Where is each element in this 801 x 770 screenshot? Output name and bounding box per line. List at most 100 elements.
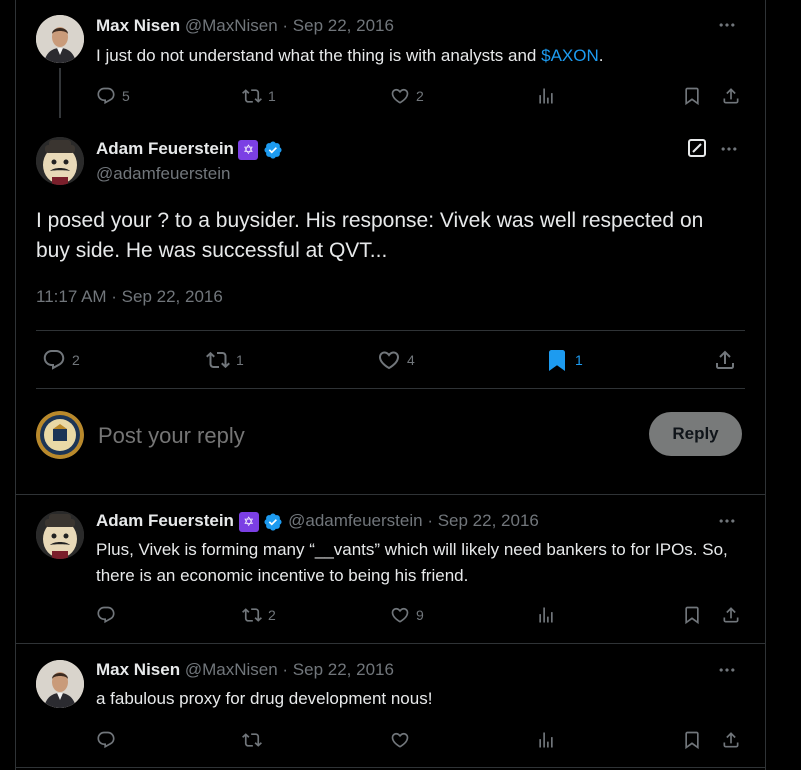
like-button[interactable]: 2 — [390, 86, 424, 106]
bookmark-count: 1 — [575, 352, 583, 368]
star-of-david-badge-icon: ✡ — [238, 139, 259, 160]
tweet-text: I posed your ? to a buysider. His respon… — [36, 209, 704, 262]
author-block: Adam Feuerstein ✡ — [96, 139, 283, 160]
bookmark-button[interactable] — [682, 86, 702, 106]
bookmark-icon — [682, 605, 702, 625]
heart-icon — [377, 348, 401, 372]
more-icon[interactable] — [719, 139, 739, 164]
cashtag-link[interactable]: $AXON — [541, 46, 599, 65]
share-icon — [721, 730, 741, 750]
repost-icon — [242, 730, 262, 750]
repost-icon — [206, 348, 230, 372]
bookmark-button[interactable] — [682, 730, 702, 750]
author-name[interactable]: Adam Feuerstein — [96, 511, 234, 530]
like-count: 9 — [416, 607, 424, 623]
reply-count: 5 — [122, 88, 130, 104]
like-button[interactable] — [390, 730, 410, 750]
tweet-date[interactable]: · Sep 22, 2016 — [282, 660, 394, 679]
avatar-photo-icon — [36, 15, 84, 63]
verified-badge-icon — [263, 140, 283, 160]
repost-count: 1 — [236, 352, 244, 368]
repost-count: 1 — [268, 88, 276, 104]
repost-button[interactable] — [242, 730, 262, 750]
thread-line — [59, 68, 61, 118]
author-handle[interactable]: @adamfeuerstein — [96, 164, 230, 184]
views-button[interactable] — [536, 730, 556, 750]
reply-icon — [96, 86, 116, 106]
author-handle[interactable]: @adamfeuerstein — [288, 511, 422, 530]
bookmark-icon — [682, 86, 702, 106]
reply-icon — [42, 348, 66, 372]
tweet-text: Plus, Vivek is forming many “__vants” wh… — [96, 540, 728, 585]
tweet-timestamp[interactable]: 11:17 AM · Sep 22, 2016 — [36, 287, 223, 307]
reply-input[interactable] — [96, 418, 500, 454]
author-name[interactable]: Max Nisen — [96, 16, 180, 35]
reply-count: 2 — [72, 352, 80, 368]
avatar[interactable] — [36, 660, 84, 708]
share-icon — [721, 605, 741, 625]
views-icon — [536, 605, 556, 625]
reply-button[interactable] — [96, 730, 116, 750]
author-name[interactable]: Max Nisen — [96, 660, 180, 679]
verified-badge-icon — [263, 512, 283, 532]
more-icon[interactable] — [717, 660, 737, 685]
divider — [36, 330, 745, 331]
avatar[interactable] — [36, 411, 84, 459]
reply-button[interactable] — [96, 605, 116, 625]
tweet-text: I just do not understand what the thing … — [96, 43, 603, 69]
avatar-photo-icon — [36, 511, 84, 559]
avatar-photo-icon — [36, 660, 84, 708]
views-button[interactable] — [536, 86, 556, 106]
tweet-text-end: . — [598, 46, 604, 65]
grok-icon[interactable] — [688, 139, 706, 157]
more-icon[interactable] — [717, 15, 737, 40]
bookmark-icon — [682, 730, 702, 750]
star-of-david-badge-icon: ✡ — [238, 511, 259, 532]
bookmark-button[interactable] — [682, 605, 702, 625]
share-button[interactable] — [721, 86, 741, 106]
bookmark-button[interactable]: 1 — [545, 348, 583, 372]
divider — [16, 494, 765, 495]
repost-button[interactable]: 1 — [206, 348, 244, 372]
author-name[interactable]: Adam Feuerstein — [96, 139, 234, 158]
tweet-date[interactable]: · Sep 22, 2016 — [282, 16, 394, 35]
like-count: 2 — [416, 88, 424, 104]
reply-icon — [96, 730, 116, 750]
bookmark-filled-icon — [545, 348, 569, 372]
divider — [16, 767, 765, 768]
like-button[interactable]: 9 — [390, 605, 424, 625]
reply-button[interactable]: 2 — [42, 348, 80, 372]
repost-icon — [242, 86, 262, 106]
share-button[interactable] — [721, 605, 741, 625]
views-icon — [536, 730, 556, 750]
repost-icon — [242, 605, 262, 625]
views-button[interactable] — [536, 605, 556, 625]
share-icon — [713, 348, 737, 372]
avatar-seal-icon — [36, 411, 84, 459]
repost-button[interactable]: 2 — [242, 605, 276, 625]
author-handle[interactable]: @MaxNisen — [185, 660, 278, 679]
timeline-column: Max Nisen @MaxNisen · Sep 22, 2016 I jus… — [15, 0, 766, 770]
share-button[interactable] — [713, 348, 737, 372]
like-button[interactable]: 4 — [377, 348, 415, 372]
tweet-header: Max Nisen @MaxNisen · Sep 22, 2016 — [96, 16, 394, 36]
share-icon — [721, 86, 741, 106]
more-icon[interactable] — [717, 511, 737, 536]
views-icon — [536, 86, 556, 106]
author-handle[interactable]: @MaxNisen — [185, 16, 278, 35]
tweet-text-body: I just do not understand what the thing … — [96, 46, 542, 65]
reply-submit-button[interactable]: Reply — [649, 412, 742, 456]
like-count: 4 — [407, 352, 415, 368]
reply-button[interactable]: 5 — [96, 86, 130, 106]
avatar[interactable] — [36, 137, 84, 185]
divider — [36, 388, 745, 389]
share-button[interactable] — [721, 730, 741, 750]
avatar[interactable] — [36, 511, 84, 559]
repost-count: 2 — [268, 607, 276, 623]
heart-icon — [390, 86, 410, 106]
repost-button[interactable]: 1 — [242, 86, 276, 106]
tweet-date[interactable]: · Sep 22, 2016 — [427, 511, 539, 530]
avatar[interactable] — [36, 15, 84, 63]
reply-icon — [96, 605, 116, 625]
tweet-header: Max Nisen @MaxNisen · Sep 22, 2016 — [96, 660, 394, 680]
